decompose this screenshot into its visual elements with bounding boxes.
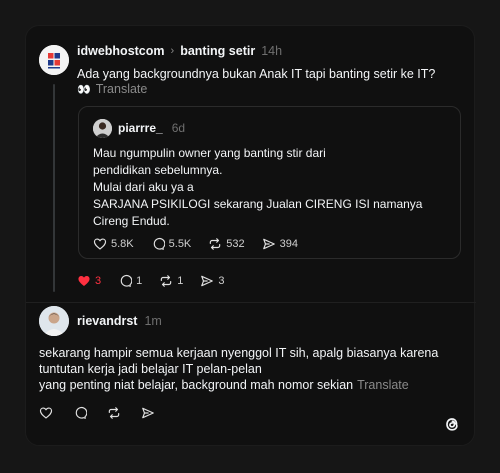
quote-reply-count: 5.5K (168, 238, 192, 250)
thread-card: idwebhostcom › banting setir 14h Ada yan… (25, 25, 476, 446)
heart-icon (39, 407, 53, 419)
share-icon (142, 407, 154, 419)
post-repost-button[interactable]: 1 (159, 274, 183, 288)
quote-share-button[interactable]: 394 (262, 237, 298, 251)
community-link[interactable]: banting setir (180, 44, 255, 58)
comment-icon (153, 237, 165, 250)
share-icon (262, 238, 275, 250)
reply-line: sekarang hampir semua kerjaan nyenggol I… (39, 346, 439, 360)
heart-filled-icon (78, 276, 90, 286)
piarrre-avatar[interactable] (93, 119, 112, 138)
post-time: 14h (261, 44, 283, 58)
repost-icon (108, 407, 120, 419)
quoted-post[interactable]: piarrre_ 6d Mau ngumpulin owner yang ban… (78, 106, 461, 259)
quote-line: Mulai dari aku ya a (93, 180, 194, 194)
post-reply-button[interactable]: 1 (118, 274, 142, 288)
eyes-icon: 👀 (77, 83, 91, 96)
rievandrst-avatar[interactable] (39, 306, 69, 336)
post-repost-count: 1 (177, 275, 184, 287)
quote-time: 6d (171, 121, 186, 135)
post-share-count: 3 (218, 275, 225, 287)
reply-line: tuntutan kerja jadi belajar IT pelan-pel… (39, 362, 262, 376)
translate-row[interactable]: 👀 Translate (77, 82, 147, 96)
quote-repost-count: 532 (226, 238, 245, 250)
post-username[interactable]: idwebhostcom (77, 44, 165, 58)
reply-comment-button[interactable] (73, 406, 87, 420)
translate-link[interactable]: Translate (96, 82, 148, 96)
quote-header: piarrre_ 6d (118, 121, 185, 135)
reply-share-button[interactable] (141, 406, 155, 420)
quote-share-count: 394 (279, 238, 298, 250)
share-icon (201, 275, 214, 287)
quote-line: SARJANA PSIKILOGI sekarang Jualan CIRENG… (93, 197, 423, 211)
post-share-button[interactable]: 3 (200, 274, 225, 288)
reply-translate-link[interactable]: Translate (357, 378, 409, 392)
reply-username[interactable]: rievandrst (77, 314, 137, 328)
thread-connector-line (53, 84, 55, 292)
quote-line: Cireng Endud. (93, 214, 170, 228)
post-like-button[interactable]: 3 (77, 274, 101, 288)
quote-line: pendidikan sebelumnya. (93, 163, 223, 177)
quote-like-button[interactable]: 5.8K (93, 237, 134, 251)
reply-line-last: yang penting niat belajar, background ma… (39, 377, 438, 393)
reply-repost-button[interactable] (107, 406, 121, 420)
post-actions: 3 1 1 3 (77, 274, 242, 288)
quote-reply-button[interactable]: 5.5K (151, 237, 192, 251)
comment-icon (120, 274, 133, 287)
chevron-right-icon: › (170, 45, 175, 57)
quote-like-count: 5.8K (111, 238, 134, 250)
post-reply-count: 1 (136, 275, 143, 287)
reply-header: rievandrst 1m (77, 314, 162, 328)
reply-like-button[interactable] (39, 406, 53, 420)
reply-actions (39, 406, 175, 420)
idwebhost-avatar[interactable] (39, 45, 69, 75)
threads-logo-icon[interactable] (442, 414, 462, 434)
post-like-count: 3 (95, 275, 102, 287)
post-header: idwebhostcom › banting setir 14h (77, 44, 282, 58)
repost-icon (210, 238, 221, 250)
quote-text: Mau ngumpulin owner yang banting stir da… (93, 145, 422, 230)
reply-time: 1m (144, 314, 162, 328)
reply-line: yang penting niat belajar, background ma… (39, 378, 354, 392)
quote-repost-button[interactable]: 532 (208, 237, 245, 251)
quote-username[interactable]: piarrre_ (118, 121, 163, 135)
reply-text: sekarang hampir semua kerjaan nyenggol I… (39, 345, 438, 393)
quote-line: Mau ngumpulin owner yang banting stir da… (93, 146, 326, 160)
divider (26, 302, 476, 303)
repost-icon (161, 275, 172, 287)
comment-icon (75, 406, 87, 419)
heart-icon (93, 238, 107, 250)
post-text: Ada yang backgroundnya bukan Anak IT tap… (77, 67, 436, 81)
quote-actions: 5.8K 5.5K 532 394 (93, 237, 315, 251)
